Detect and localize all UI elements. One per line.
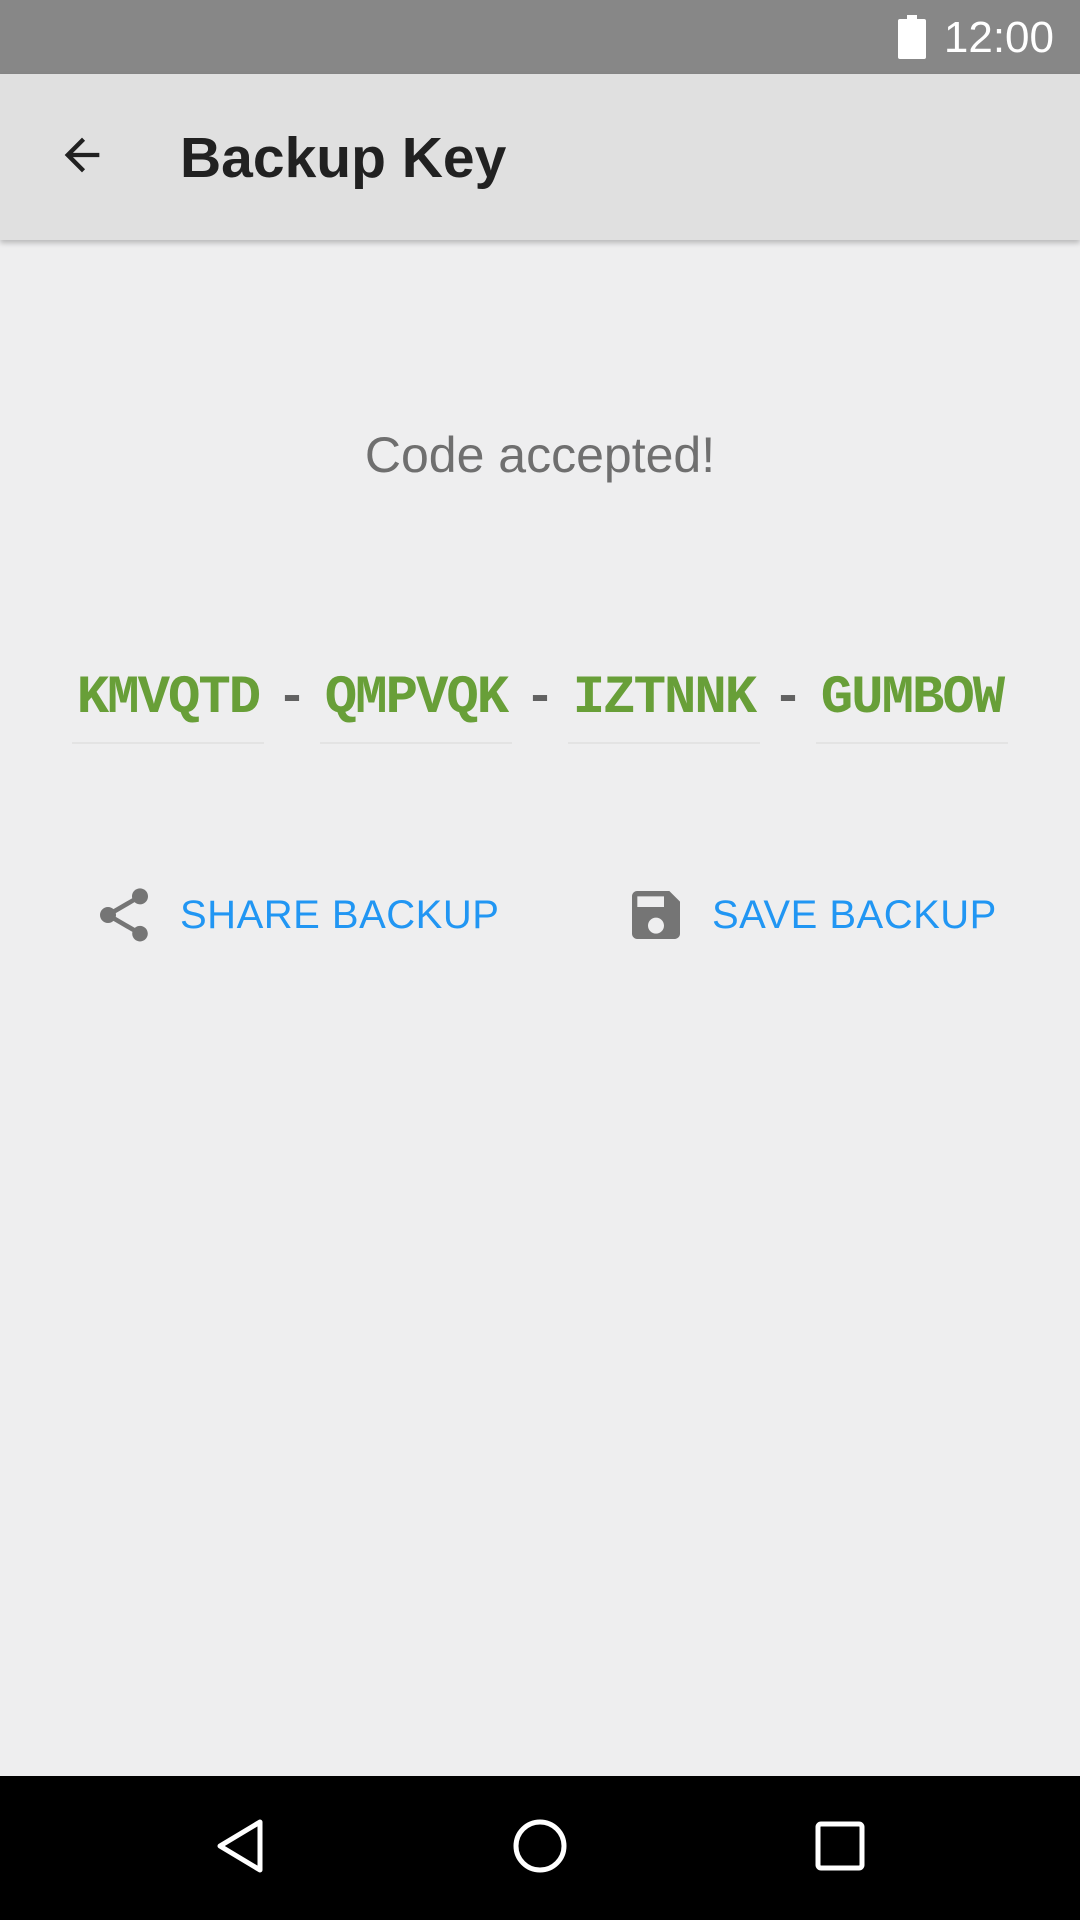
nav-home-icon [510, 1816, 570, 1881]
backup-code-field-4[interactable]: GUMBOW [816, 660, 1008, 744]
save-backup-button[interactable]: SAVE BACKUP [624, 870, 997, 960]
code-accepted-message: Code accepted! [364, 427, 716, 483]
save-backup-label: SAVE BACKUP [712, 893, 997, 937]
floppy-disk-icon [624, 883, 688, 947]
navigation-bar [0, 1776, 1080, 1920]
battery-full-icon [898, 15, 926, 59]
arrow-back-icon [56, 129, 108, 186]
backup-code-field-2[interactable]: QMPVQK [320, 660, 512, 744]
backup-code-field-3[interactable]: IZTNNK [568, 660, 760, 744]
nav-back-icon [210, 1816, 270, 1881]
nav-home-button[interactable] [490, 1798, 590, 1898]
share-icon [92, 883, 156, 947]
page-title: Backup Key [180, 126, 507, 190]
nav-recents-icon [812, 1818, 868, 1879]
screen: 12:00 Backup Key Code accepted! KMVQTD -… [0, 0, 1080, 1920]
status-time: 12:00 [943, 13, 1054, 62]
back-button[interactable] [40, 115, 124, 199]
status-bar: 12:00 [0, 0, 1080, 74]
share-backup-button[interactable]: SHARE BACKUP [92, 870, 499, 960]
app-bar: Backup Key [0, 74, 1080, 240]
code-separator: - [276, 670, 307, 727]
code-separator: - [772, 670, 803, 727]
backup-code-field-1[interactable]: KMVQTD [72, 660, 264, 744]
nav-recents-button[interactable] [790, 1798, 890, 1898]
share-backup-label: SHARE BACKUP [180, 893, 500, 937]
code-separator: - [524, 670, 555, 727]
backup-code-row: KMVQTD - QMPVQK - IZTNNK - GUMBOW [0, 660, 1080, 750]
nav-back-button[interactable] [190, 1798, 290, 1898]
